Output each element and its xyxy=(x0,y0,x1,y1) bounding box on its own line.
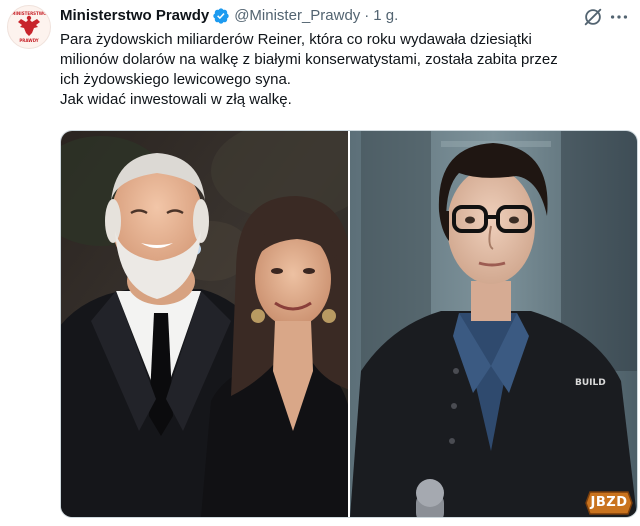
grok-icon[interactable] xyxy=(582,6,604,28)
header-separator: · xyxy=(364,7,370,24)
tweet-timestamp[interactable]: 1 g. xyxy=(373,6,398,26)
photo-couple[interactable] xyxy=(61,131,371,517)
tweet-header: Ministerstwo Prawdy @Minister_Prawdy · 1… xyxy=(60,5,630,27)
tweet-media-grid: BUILD xyxy=(60,130,638,518)
tweet-text-line: ich żydowskiego lewicowego syna. xyxy=(60,71,291,88)
avatar[interactable]: MINISTERSTWO PRAWDY xyxy=(7,5,51,49)
photo-son[interactable]: BUILD xyxy=(350,131,637,517)
jacket-logo: BUILD xyxy=(575,378,606,388)
tweet-text-line: Jak widać inwestowali w złą walkę. xyxy=(60,91,292,108)
avatar-logo-top-text: MINISTERSTWO xyxy=(11,11,47,16)
avatar-logo-bottom-text: PRAWDY xyxy=(19,38,38,43)
ministry-eagle-logo: MINISTERSTWO PRAWDY xyxy=(11,11,47,43)
jbzd-watermark: JBZD xyxy=(584,490,634,516)
more-options-icon[interactable] xyxy=(608,6,630,28)
verified-badge-icon[interactable] xyxy=(212,7,230,25)
tweet-text-line: Para żydowskich miliarderów Reiner, któr… xyxy=(60,31,532,48)
jbzd-watermark-text: JBZD xyxy=(590,495,628,510)
tweet-text-line: milionów dolarów na walkę z białymi kons… xyxy=(60,51,558,68)
tweet[interactable]: MINISTERSTWO PRAWDY Ministerstwo Prawdy … xyxy=(0,0,640,526)
tweet-text: Para żydowskich miliarderów Reiner, któr… xyxy=(60,30,636,110)
author-handle[interactable]: @Minister_Prawdy xyxy=(234,6,360,26)
author-display-name[interactable]: Ministerstwo Prawdy xyxy=(60,6,209,26)
